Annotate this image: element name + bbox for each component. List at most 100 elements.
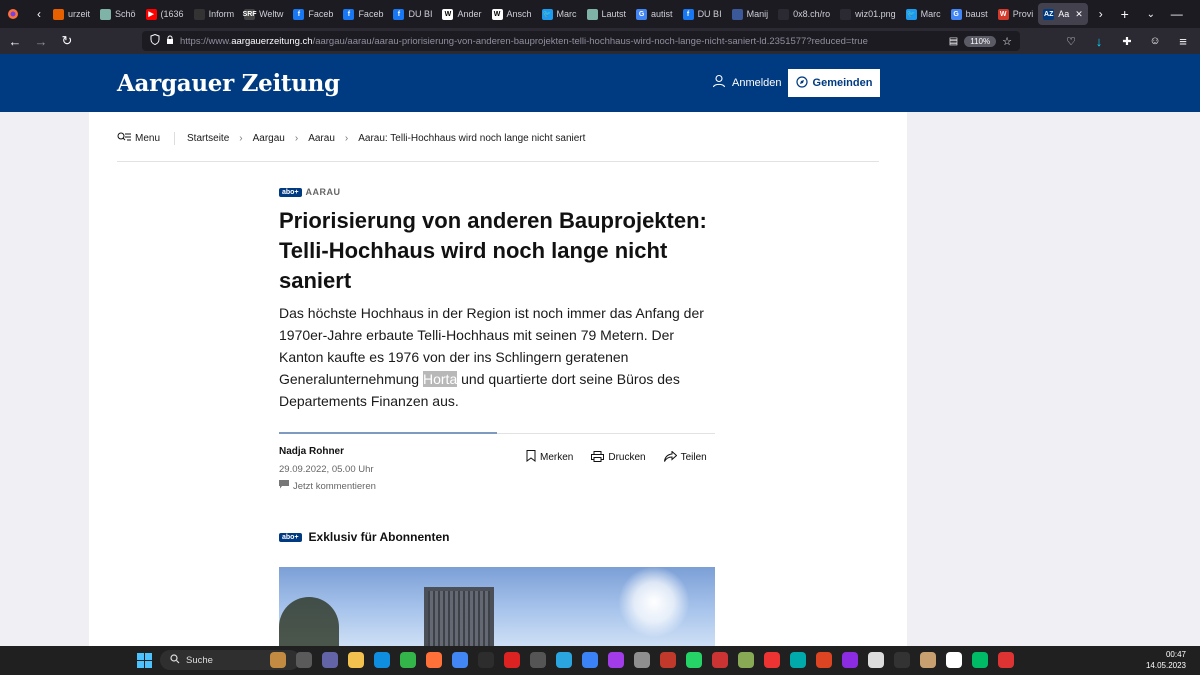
- tab-favicon-icon: f: [343, 8, 355, 20]
- minimize-icon[interactable]: —: [1160, 5, 1194, 23]
- reader-view-icon[interactable]: ▤: [949, 36, 958, 47]
- extensions-icon[interactable]: ✚: [1114, 28, 1140, 54]
- list-all-tabs-icon[interactable]: ⌄: [1142, 5, 1160, 23]
- browser-tab[interactable]: 🐦 Marc: [901, 0, 946, 28]
- browser-tab[interactable]: SRF Weltw: [239, 0, 288, 28]
- taskbar-app-icon[interactable]: [998, 652, 1014, 668]
- system-clock[interactable]: 00:47 14.05.2023: [1146, 649, 1186, 671]
- browser-tab[interactable]: AZ Aa ✕: [1038, 3, 1088, 25]
- article-hero-image[interactable]: [279, 567, 715, 646]
- comment-link[interactable]: Jetzt kommentieren: [279, 480, 376, 492]
- breadcrumb-startseite[interactable]: Startseite: [187, 133, 229, 144]
- browser-tab[interactable]: Gbaust: [946, 0, 993, 28]
- taskbar-app-icon[interactable]: [920, 652, 936, 668]
- shield-icon[interactable]: [150, 33, 160, 48]
- breadcrumb-aarau[interactable]: Aarau: [308, 133, 335, 144]
- new-tab-icon[interactable]: +: [1116, 5, 1134, 23]
- browser-tab[interactable]: 0x8.ch/ro: [773, 0, 835, 28]
- taskbar-app-icon[interactable]: [530, 652, 546, 668]
- tab-scroll-left-icon[interactable]: ‹: [30, 5, 48, 23]
- browser-tab[interactable]: ▶ (1636: [141, 0, 189, 28]
- browser-tab[interactable]: 🐦 Marc: [537, 0, 582, 28]
- taskbar-app-icon[interactable]: [738, 652, 754, 668]
- taskbar-app-icon[interactable]: [270, 652, 286, 668]
- browser-tab[interactable]: W Ander: [437, 0, 486, 28]
- close-tab-icon[interactable]: ✕: [1075, 9, 1083, 20]
- taskbar-app-icon[interactable]: [816, 652, 832, 668]
- reload-icon[interactable]: ↻: [54, 28, 80, 54]
- taskbar-app-icon[interactable]: [712, 652, 728, 668]
- tab-favicon-icon: f: [293, 8, 305, 20]
- drucken-button[interactable]: Drucken: [591, 450, 646, 465]
- abo-badge: abo+: [279, 187, 302, 197]
- restore-icon[interactable]: ❐: [1194, 5, 1200, 23]
- browser-tab[interactable]: Schö: [95, 0, 141, 28]
- windows-start-icon[interactable]: [137, 653, 152, 673]
- teilen-button[interactable]: Teilen: [663, 449, 707, 465]
- clock-date: 14.05.2023: [1145, 661, 1186, 670]
- taskbar-app-icon[interactable]: [582, 652, 598, 668]
- browser-tab[interactable]: Lautst: [582, 0, 632, 28]
- taskbar-app-icon[interactable]: [296, 652, 312, 668]
- search-icon: [170, 653, 180, 667]
- merken-button[interactable]: Merken: [526, 450, 573, 465]
- taskbar-app-icon[interactable]: [426, 652, 442, 668]
- browser-tab[interactable]: f Faceb: [288, 0, 338, 28]
- lock-icon[interactable]: [166, 32, 174, 50]
- firefox-menu-icon[interactable]: [4, 5, 22, 23]
- taskbar-app-icon[interactable]: [322, 652, 338, 668]
- browser-tab[interactable]: Gautist: [631, 0, 678, 28]
- taskbar-app-icon[interactable]: [478, 652, 494, 668]
- browser-tab[interactable]: f Faceb: [338, 0, 388, 28]
- forward-icon[interactable]: →: [28, 28, 54, 54]
- browser-tab[interactable]: f DU BI: [678, 0, 727, 28]
- url-text[interactable]: https://www.aargauerzeitung.ch/aargau/aa…: [180, 36, 943, 47]
- taskbar-app-icon[interactable]: [686, 652, 702, 668]
- article-headline: Priorisierung von anderen Bauprojekten: …: [279, 208, 707, 293]
- browser-tab[interactable]: Inform: [189, 0, 240, 28]
- tab-favicon-icon: W: [997, 8, 1009, 20]
- taskbar-app-icon[interactable]: [400, 652, 416, 668]
- site-logo[interactable]: Aargauer Zeitung: [117, 70, 340, 97]
- zoom-level[interactable]: 110%: [964, 35, 997, 47]
- pocket-icon[interactable]: ♡: [1058, 28, 1084, 54]
- author-name[interactable]: Nadja Rohner: [279, 446, 344, 457]
- taskbar-app-icon[interactable]: [946, 652, 962, 668]
- menu-button[interactable]: Menu: [117, 132, 176, 145]
- taskbar-app-icon[interactable]: [348, 652, 364, 668]
- taskbar-app-icon[interactable]: [972, 652, 988, 668]
- url-bar[interactable]: https://www.aargauerzeitung.ch/aargau/aa…: [142, 31, 1020, 51]
- browser-tab[interactable]: W Ansch: [487, 0, 537, 28]
- taskbar-app-icon[interactable]: [790, 652, 806, 668]
- taskbar-app-icon[interactable]: [452, 652, 468, 668]
- browser-tab[interactable]: urzeit: [48, 0, 95, 28]
- taskbar-app-icon[interactable]: [634, 652, 650, 668]
- tab-label: Provi: [1012, 9, 1034, 19]
- taskbar-app-icon[interactable]: [374, 652, 390, 668]
- bookmark-star-icon[interactable]: ☆: [1002, 35, 1012, 48]
- taskbar-app-icon[interactable]: [894, 652, 910, 668]
- back-icon[interactable]: ←: [2, 28, 28, 54]
- kicker-label[interactable]: AARAU: [306, 187, 341, 197]
- account-icon[interactable]: ☺: [1142, 28, 1168, 54]
- breadcrumb-aargau[interactable]: Aargau: [253, 133, 285, 144]
- taskbar-app-icon[interactable]: [504, 652, 520, 668]
- gemeinden-button[interactable]: Gemeinden: [788, 69, 880, 97]
- taskbar-app-icon[interactable]: [868, 652, 884, 668]
- browser-tab[interactable]: W Provi: [993, 0, 1039, 28]
- app-menu-icon[interactable]: ≡: [1170, 28, 1196, 54]
- taskbar-app-icon[interactable]: [608, 652, 624, 668]
- tab-label: autist: [651, 9, 673, 19]
- taskbar-app-icon[interactable]: [842, 652, 858, 668]
- tab-scroll-right-icon[interactable]: ›: [1092, 5, 1110, 23]
- browser-tab[interactable]: f DU BI: [388, 0, 437, 28]
- taskbar-app-icon[interactable]: [556, 652, 572, 668]
- browser-tab[interactable]: Manij: [727, 0, 774, 28]
- tab-label: Marc: [556, 9, 577, 19]
- downloads-icon[interactable]: ↓: [1086, 28, 1112, 54]
- tab-label: Weltw: [259, 9, 284, 19]
- taskbar-app-icon[interactable]: [660, 652, 676, 668]
- taskbar-app-icon[interactable]: [764, 652, 780, 668]
- login-link[interactable]: Anmelden: [712, 74, 782, 91]
- browser-tab[interactable]: wiz01.png: [835, 0, 901, 28]
